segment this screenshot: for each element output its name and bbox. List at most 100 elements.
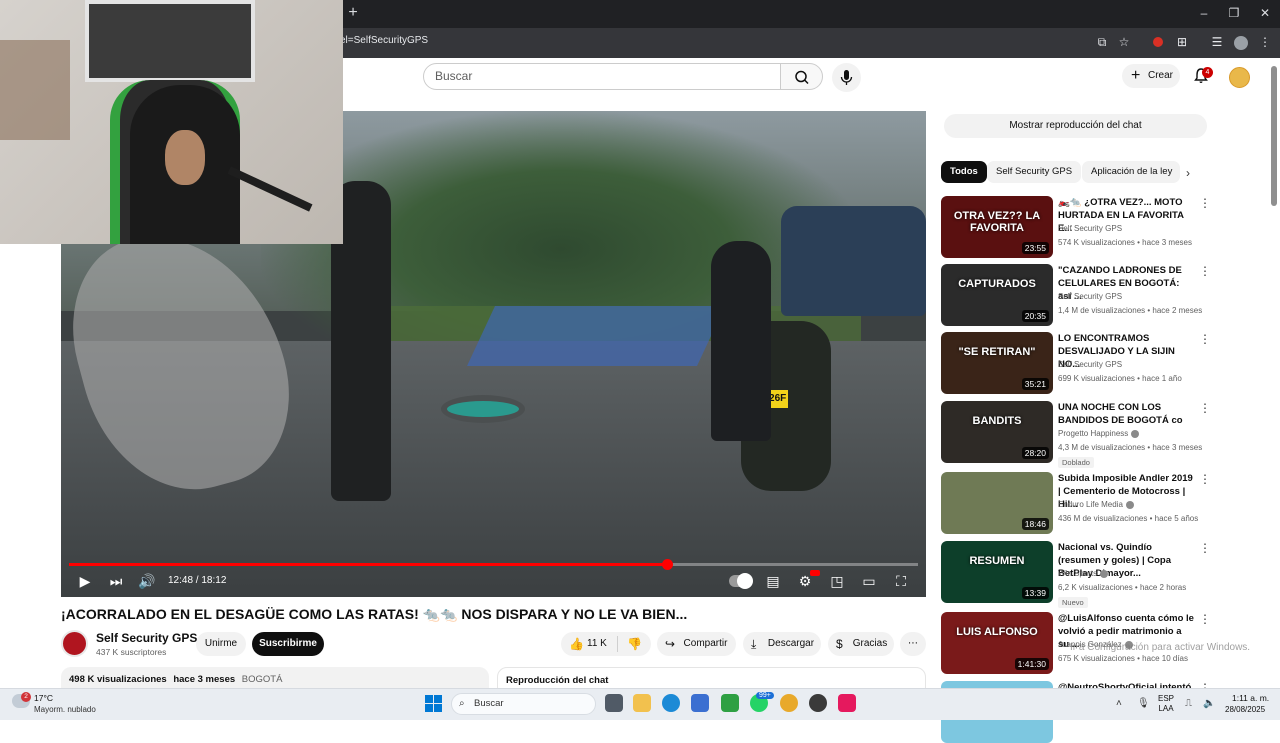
channel-avatar[interactable]: [61, 630, 88, 657]
recommendation-channel[interactable]: Win Sports: [1058, 569, 1109, 578]
extensions-puzzle-icon[interactable]: ⊞: [1174, 34, 1190, 50]
close-window-button[interactable]: ✕: [1250, 4, 1280, 22]
recommendation-item[interactable]: BANDITS 28:20 UNA NOCHE CON LOS BANDIDOS D…: [941, 401, 1211, 468]
subtitles-icon[interactable]: ▤: [763, 571, 783, 591]
verified-check-icon: [1131, 429, 1140, 438]
extension-red-icon[interactable]: [1153, 37, 1163, 47]
tiktok-icon[interactable]: [838, 694, 856, 712]
fullscreen-icon[interactable]: ⛶: [891, 571, 911, 591]
download-button[interactable]: ⤓ Descargar: [743, 632, 821, 656]
clock-date[interactable]: 28/08/2025: [1225, 705, 1265, 714]
task-view-icon[interactable]: [605, 694, 623, 712]
channel-name[interactable]: Self Security GPS: [96, 631, 197, 645]
show-chat-replay-button[interactable]: Mostrar reproducción del chat: [944, 114, 1207, 138]
video-title: ¡ACORRALADO EN EL DESAGÜE COMO LAS RATAS…: [61, 606, 688, 622]
recommendation-channel-name: Progetto Happiness: [1058, 429, 1129, 438]
more-actions-button[interactable]: ⋯: [900, 632, 926, 656]
address-url[interactable]: el=SelfSecurityGPS: [340, 35, 428, 46]
thumbs-down-icon[interactable]: 👎: [627, 632, 642, 656]
theater-mode-icon[interactable]: ▭: [859, 571, 879, 591]
recommendation-thumbnail[interactable]: OTRA VEZ?? LA FAVORITA 23:55: [941, 196, 1053, 258]
more-vertical-icon[interactable]: ⋮: [1199, 196, 1211, 210]
language-indicator[interactable]: ESP LAA: [1158, 694, 1174, 714]
share-arrow-icon: ↪: [665, 637, 676, 651]
app-gear-icon[interactable]: [809, 694, 827, 712]
chip-law-enforcement[interactable]: Aplicación de la ley: [1082, 161, 1180, 183]
more-vertical-icon[interactable]: ⋮: [1199, 401, 1211, 415]
recommendation-thumbnail[interactable]: 18:46: [941, 472, 1053, 534]
more-vertical-icon[interactable]: ⋮: [1199, 264, 1211, 278]
join-button[interactable]: Unirme: [196, 632, 246, 656]
profile-icon[interactable]: [1234, 36, 1248, 50]
recommendation-channel[interactable]: Self Security GPS: [1058, 360, 1122, 369]
network-icon[interactable]: ⎍: [1185, 698, 1192, 709]
location-tag[interactable]: BOGOTÁ: [242, 674, 283, 685]
search-input[interactable]: Buscar: [423, 63, 781, 90]
share-button[interactable]: ↪ Compartir: [657, 632, 736, 656]
play-icon[interactable]: ▶: [75, 571, 95, 591]
search-icon: [795, 70, 809, 85]
recommendation-item[interactable]: RESUMEN 13:39 Nacional vs. Quindío (resume…: [941, 541, 1211, 608]
search-button[interactable]: [780, 63, 823, 90]
weather-description[interactable]: Mayorm. nublado: [34, 705, 96, 714]
recommendation-item[interactable]: OTRA VEZ?? LA FAVORITA 23:55 🏍️🐀 ¿OTRA VEZ…: [941, 196, 1211, 258]
recommendation-thumbnail[interactable]: "SE RETIRAN" 35:21: [941, 332, 1053, 394]
next-video-icon[interactable]: ⏭: [106, 571, 126, 591]
recommendation-thumbnail[interactable]: CAPTURADOS 20:35: [941, 264, 1053, 326]
miniplayer-icon[interactable]: ◳: [827, 571, 847, 591]
progress-bar-played: [69, 563, 667, 566]
recommendation-channel[interactable]: Self Security GPS: [1058, 224, 1122, 233]
like-button[interactable]: 👍 11 K 👎: [561, 632, 651, 656]
chrome-icon[interactable]: [780, 694, 798, 712]
file-explorer-icon[interactable]: [633, 694, 651, 712]
store-icon[interactable]: [691, 694, 709, 712]
recommendation-thumbnail[interactable]: RESUMEN 13:39: [941, 541, 1053, 603]
recommendation-thumbnail[interactable]: BANDITS 28:20: [941, 401, 1053, 463]
page-scrollbar[interactable]: [1271, 66, 1277, 206]
recommendation-item[interactable]: 18:46 Subida Imposible Andler 2019 | Ceme…: [941, 472, 1211, 534]
speaker-icon[interactable]: 🔈: [1203, 698, 1215, 709]
volume-icon[interactable]: 🔊: [137, 571, 157, 591]
more-vertical-icon[interactable]: ⋮: [1199, 472, 1211, 486]
clock-time[interactable]: 1:11 a. m.: [1232, 693, 1269, 703]
recommendation-channel[interactable]: Enduro Life Media: [1058, 500, 1134, 509]
chip-channel[interactable]: Self Security GPS: [987, 161, 1082, 183]
recommendation-item[interactable]: "SE RETIRAN" 35:21 LO ENCONTRAMOS DESVALIJ…: [941, 332, 1211, 394]
minimize-button[interactable]: –: [1189, 4, 1219, 22]
taskbar-search[interactable]: ⌕ Buscar: [451, 693, 596, 715]
account-avatar[interactable]: [1229, 67, 1250, 88]
more-vertical-icon[interactable]: ⋮: [1199, 332, 1211, 346]
recommendation-item[interactable]: CAPTURADOS 20:35 "CAZANDO LADRONES DE CELU…: [941, 264, 1211, 326]
thanks-button[interactable]: $ Gracias: [828, 632, 894, 656]
recommendation-title[interactable]: UNA NOCHE CON LOS BANDIDOS DE BOGOTÁ co: [1058, 401, 1194, 427]
recommendation-thumbnail[interactable]: LUIS ALFONSO 1:41:30: [941, 612, 1053, 674]
windows-start-icon[interactable]: [425, 695, 442, 712]
more-vertical-icon[interactable]: ⋮: [1199, 541, 1211, 555]
more-vertical-icon[interactable]: ⋮: [1199, 612, 1211, 626]
recommendation-channel-name: Win Sports: [1058, 569, 1098, 578]
chevron-right-icon[interactable]: ›: [1186, 166, 1190, 180]
edge-icon[interactable]: [662, 694, 680, 712]
tab-search-icon[interactable]: ☰: [1209, 34, 1225, 50]
video-duration: 1:41:30: [1014, 658, 1049, 670]
chip-all[interactable]: Todos: [941, 161, 987, 183]
recommendation-badge: Nuevo: [1058, 597, 1088, 608]
browser-menu-icon[interactable]: ⋮: [1257, 34, 1273, 50]
subscribe-button[interactable]: Suscribirme: [252, 632, 324, 656]
progress-scrubber[interactable]: [662, 559, 673, 570]
new-tab-button[interactable]: +: [346, 4, 360, 22]
maximize-button[interactable]: ❐: [1219, 4, 1249, 22]
install-app-icon[interactable]: ⧉: [1094, 34, 1110, 50]
app-icon[interactable]: [721, 694, 739, 712]
bookmark-star-icon[interactable]: ☆: [1116, 34, 1132, 50]
recommendation-channel[interactable]: Self Security GPS: [1058, 292, 1122, 301]
like-count: 11 K: [587, 638, 607, 649]
recommendation-meta: 1,4 M de visualizaciones • hace 2 meses: [1058, 306, 1203, 315]
voice-search-button[interactable]: [832, 63, 861, 92]
recommendation-channel[interactable]: Progetto Happiness: [1058, 429, 1140, 438]
autoplay-toggle[interactable]: [729, 573, 753, 589]
chevron-up-icon[interactable]: ˄: [1116, 698, 1122, 709]
weather-temperature[interactable]: 17°C: [34, 693, 53, 703]
create-button[interactable]: + Crear: [1122, 64, 1180, 88]
microphone-tray-icon[interactable]: 🎙: [1137, 698, 1150, 709]
